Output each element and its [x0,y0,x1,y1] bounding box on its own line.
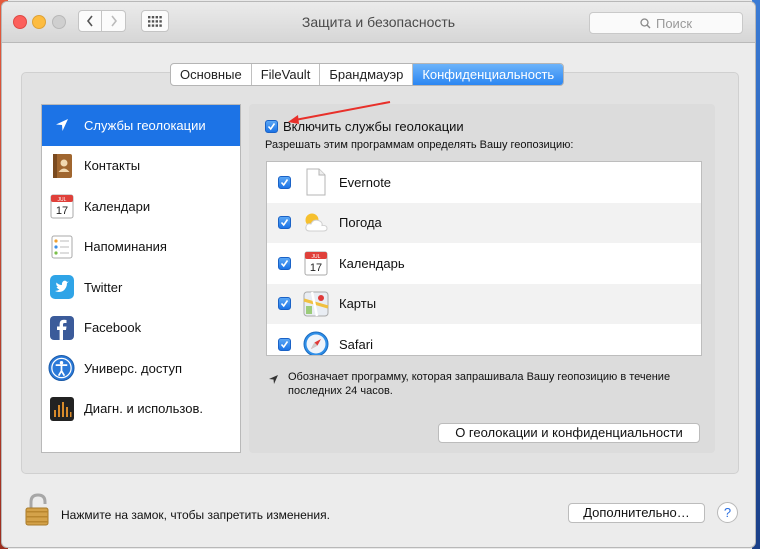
app-name: Safari [339,336,373,352]
app-name: Evernote [339,174,392,190]
sidebar-item-facebook[interactable]: Facebook [42,308,240,349]
document-icon [302,168,330,196]
sidebar-item-accessibility[interactable]: Универс. доступ [42,348,240,389]
checkmark-icon [280,178,289,187]
checkmark-icon [280,340,289,349]
sidebar-item-label: Facebook [84,320,142,336]
enable-location-label: Включить службы геолокации [283,119,464,134]
list-item-safari[interactable]: Safari [267,324,701,355]
tab-firewall[interactable]: Брандмауэр [320,64,414,85]
tab-bar: Основные FileVault Брандмауэр Конфиденци… [170,63,565,86]
app-checkbox[interactable] [278,337,291,351]
advanced-button[interactable]: Дополнительно… [568,503,705,523]
allow-apps-label: Разрешать этим программам определять Ваш… [265,139,574,151]
sidebar-item-location-services[interactable]: Службы геолокации [42,105,240,146]
note-text: Обозначает программу, которая запрашивал… [288,371,671,397]
search-field[interactable]: Поиск [589,12,743,34]
sidebar-item-twitter[interactable]: Twitter [42,267,240,308]
svg-text:JUL: JUL [57,197,66,203]
sidebar-item-label: Напоминания [84,239,167,255]
enable-location-services[interactable]: Включить службы геолокации [265,119,464,134]
accessibility-icon [48,355,75,382]
help-button[interactable]: ? [717,502,738,523]
calendar-icon: JUL 17 [302,249,330,277]
app-checkbox[interactable] [278,256,291,270]
sidebar-item-reminders[interactable]: Напоминания [42,227,240,268]
list-item-evernote[interactable]: Evernote [267,162,701,203]
calendar-icon: JUL 17 [48,193,75,220]
contacts-book-icon [48,152,75,179]
checkmark-icon [280,219,289,227]
sidebar-item-label: Twitter [84,279,123,295]
privacy-sidebar: Службы геолокации Контакты JUL 17 Календа… [41,104,241,453]
list-item-maps[interactable]: Карты [267,283,701,324]
svg-text:JUL: JUL [312,254,321,260]
app-checkbox[interactable] [278,216,291,230]
search-icon [640,17,651,28]
maps-icon [302,290,330,318]
sidebar-item-label: Службы геолокации [84,117,206,133]
title-bar: Защита и безопасность Поиск [2,2,755,43]
checkmark-icon [280,259,289,268]
sidebar-item-label: Диагн. и использов. [84,401,203,417]
reminders-icon [48,233,75,260]
app-checkbox[interactable] [278,175,291,189]
tab-filevault[interactable]: FileVault [252,64,321,85]
svg-text:17: 17 [55,205,67,217]
diagnostics-icon [48,395,75,422]
recent-request-note: Обозначает программу, которая запрашивал… [268,371,698,398]
location-arrow-icon [269,375,278,384]
app-name: Погода [339,215,382,231]
checkmark-icon [280,300,289,308]
sidebar-item-label: Контакты [84,158,141,174]
lock-icon[interactable] [20,492,56,528]
safari-compass-icon [302,330,330,355]
location-arrow-icon [48,112,75,139]
twitter-icon [48,274,75,301]
apps-list: Evernote Погода JUL 17 Календарь Карты Sa… [266,161,702,356]
sidebar-item-label: Универс. доступ [84,360,183,376]
facebook-icon [48,314,75,341]
sidebar-item-diagnostics[interactable]: Диагн. и использов. [42,389,240,430]
list-item-calendar[interactable]: JUL 17 Календарь [267,243,701,284]
app-checkbox[interactable] [278,297,291,311]
enable-location-checkbox[interactable] [265,120,278,133]
sidebar-item-label: Календари [84,198,151,214]
weather-icon [302,209,330,237]
svg-text:17: 17 [310,262,322,274]
app-name: Карты [339,296,377,312]
search-placeholder: Поиск [655,15,693,31]
sidebar-item-calendars[interactable]: JUL 17 Календари [42,186,240,227]
list-item-weather[interactable]: Погода [267,202,701,243]
checkmark-icon [267,123,276,131]
lock-hint: Нажмите на замок, чтобы запретить измене… [61,508,330,522]
app-name: Календарь [339,255,405,271]
tab-privacy[interactable]: Конфиденциальность [413,64,564,85]
sidebar-item-contacts[interactable]: Контакты [42,146,240,187]
about-location-privacy-button[interactable]: О геолокации и конфиденциальности [438,423,700,443]
tab-general[interactable]: Основные [171,64,252,85]
